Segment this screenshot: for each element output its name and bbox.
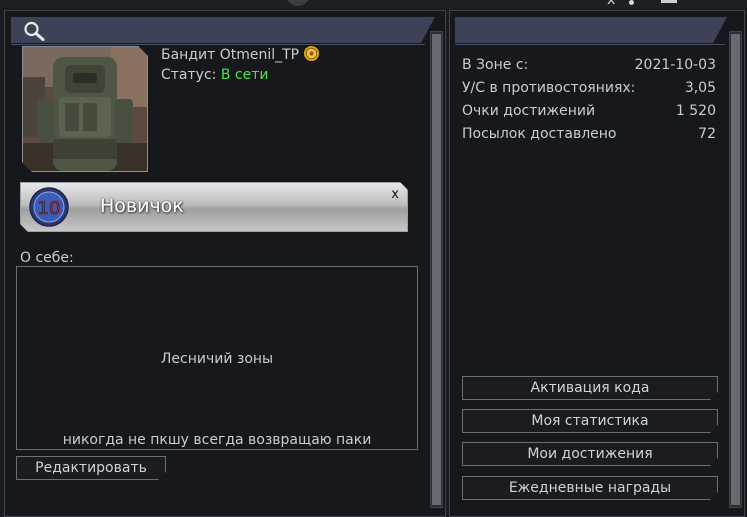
rank-close-icon[interactable]: x [391, 187, 399, 202]
stat-label: Посылок доставлено [462, 126, 617, 142]
gear-badge-icon [304, 45, 320, 62]
about-box: Лесничий зоны никогда не пкшу всегда воз… [16, 266, 418, 450]
profile-scrollbar-thumb[interactable] [432, 34, 441, 505]
about-text-line2: никогда не пкшу всегда возвращаю паки [62, 432, 372, 448]
stat-value: 2021-10-03 [634, 57, 716, 73]
my-achievements-button[interactable]: Мои достижения [462, 442, 718, 466]
profile-username-text: Бандит Otmenil_TP [161, 47, 300, 63]
window-minimize-icon[interactable] [661, 0, 677, 3]
avatar[interactable] [22, 46, 148, 172]
profile-header-bar [11, 17, 435, 43]
profile-username: Бандит Otmenil_TP [161, 45, 320, 63]
stat-row-achievement-points: Очки достижений 1 520 [462, 103, 716, 123]
stat-label: У/С в противостояниях: [462, 80, 636, 96]
edit-button[interactable]: Редактировать [16, 456, 166, 480]
stat-value: 72 [698, 126, 716, 142]
profile-scrollbar[interactable] [430, 31, 443, 508]
stat-row-parcels: Посылок доставлено 72 [462, 126, 716, 146]
profile-status: Статус: В сети [161, 67, 268, 83]
rank-bar[interactable]: 10 Новичок x [20, 182, 408, 232]
status-value: В сети [220, 67, 269, 83]
rank-name: Новичок [100, 195, 184, 217]
daily-rewards-button[interactable]: Ежедневные награды [462, 476, 718, 500]
my-statistics-button[interactable]: Моя статистика [462, 409, 718, 433]
stat-row-kd: У/С в противостояниях: 3,05 [462, 80, 716, 100]
status-label: Статус: [161, 67, 217, 83]
avatar-image [23, 47, 147, 171]
stat-row-zone-since: В Зоне с: 2021-10-03 [462, 57, 716, 77]
about-text-line1: Лесничий зоны [160, 351, 274, 367]
stats-header-divider [455, 44, 725, 45]
activate-code-button[interactable]: Активация кода [462, 376, 718, 400]
stats-scrollbar[interactable] [729, 31, 742, 508]
stat-label: В Зоне с: [462, 57, 529, 73]
search-icon[interactable] [23, 21, 45, 41]
rank-level-icon: 10 [29, 187, 69, 227]
stat-value: 1 520 [675, 103, 716, 119]
stat-label: Очки достижений [462, 103, 596, 119]
window-close-icon[interactable]: x [607, 0, 615, 8]
about-label: О себе: [20, 250, 74, 266]
stats-scrollbar-thumb[interactable] [731, 34, 740, 505]
stats-header-bar [455, 17, 727, 43]
stat-value: 3,05 [684, 80, 716, 96]
window-top-strip [0, 0, 747, 8]
window-dot-icon[interactable] [629, 0, 634, 5]
rank-level-text: 10 [38, 198, 61, 219]
